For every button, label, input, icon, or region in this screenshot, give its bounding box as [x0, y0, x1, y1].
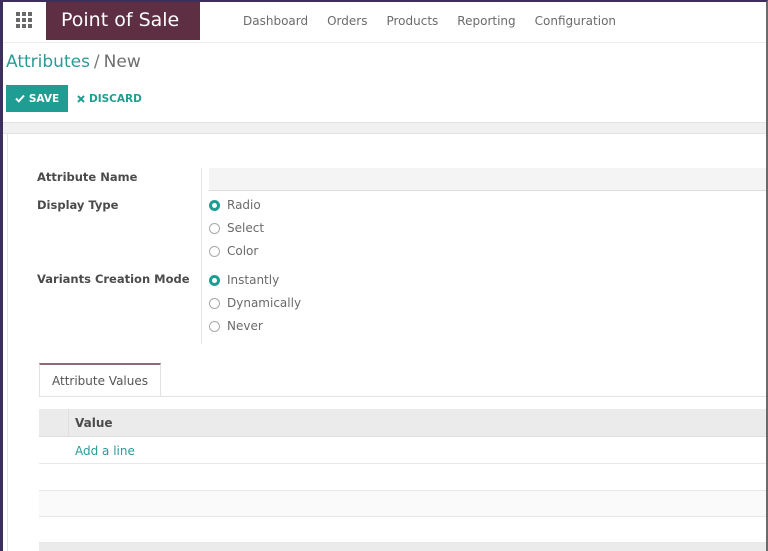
radio-unselected-icon	[209, 222, 220, 234]
menu-item-orders[interactable]: Orders	[327, 2, 367, 40]
radio-unselected-icon	[209, 297, 220, 309]
radio-label: Dynamically	[227, 296, 302, 310]
breadcrumb-attributes-link[interactable]: Attributes	[6, 52, 90, 72]
add-line-link[interactable]: Add a line	[75, 438, 135, 464]
app-brand[interactable]: Point of Sale	[46, 2, 200, 40]
variants-mode-dynamically[interactable]: Dynamically	[209, 296, 301, 310]
display-type-label: Display Type	[37, 198, 119, 212]
table-row-empty	[39, 465, 766, 491]
check-icon	[15, 94, 25, 103]
display-type-select[interactable]: Select	[209, 221, 264, 235]
attribute-name-label: Attribute Name	[37, 170, 138, 184]
variants-mode-instantly[interactable]: Instantly	[209, 273, 279, 287]
breadcrumb-current: New	[103, 52, 141, 72]
label-separator	[201, 168, 202, 344]
radio-label: Radio	[227, 198, 261, 212]
app-window: Point of Sale Dashboard Orders Products …	[0, 0, 768, 551]
main-menu: Dashboard Orders Products Reporting Conf…	[243, 2, 635, 40]
radio-unselected-icon	[209, 320, 220, 332]
tab-attribute-values[interactable]: Attribute Values	[39, 363, 161, 397]
table-footer	[39, 543, 766, 551]
radio-label: Select	[227, 221, 265, 235]
radio-label: Never	[227, 319, 263, 333]
sheet-background	[3, 122, 766, 134]
table-row-empty	[39, 517, 766, 543]
radio-label: Color	[227, 244, 259, 258]
grid-icon[interactable]	[16, 12, 34, 28]
radio-selected-icon	[209, 199, 220, 211]
top-navbar: Point of Sale Dashboard Orders Products …	[3, 2, 766, 43]
radio-label: Instantly	[227, 273, 280, 287]
variants-creation-mode-label: Variants Creation Mode	[37, 272, 190, 286]
tab-divider	[39, 396, 766, 397]
breadcrumb-separator: /	[93, 52, 100, 72]
menu-item-reporting[interactable]: Reporting	[457, 2, 515, 40]
discard-label: DISCARD	[89, 92, 142, 105]
attribute-name-input[interactable]	[209, 168, 766, 191]
table-header: Value	[39, 409, 766, 437]
discard-button[interactable]: DISCARD	[77, 85, 142, 112]
radio-selected-icon	[209, 274, 220, 286]
save-button[interactable]: SAVE	[6, 85, 68, 112]
menu-item-products[interactable]: Products	[386, 2, 438, 40]
table-row-empty	[39, 491, 766, 517]
menu-item-dashboard[interactable]: Dashboard	[243, 2, 308, 40]
handle-column-header	[39, 409, 69, 437]
variants-mode-never[interactable]: Never	[209, 319, 263, 333]
radio-unselected-icon	[209, 245, 220, 257]
menu-item-configuration[interactable]: Configuration	[535, 2, 616, 40]
table-row-add: Add a line	[39, 438, 766, 464]
column-header-value[interactable]: Value	[75, 409, 113, 437]
close-icon	[77, 94, 85, 103]
breadcrumb: Attributes / New	[6, 52, 141, 72]
display-type-color[interactable]: Color	[209, 244, 258, 258]
save-label: SAVE	[28, 92, 60, 105]
display-type-radio[interactable]: Radio	[209, 198, 261, 212]
